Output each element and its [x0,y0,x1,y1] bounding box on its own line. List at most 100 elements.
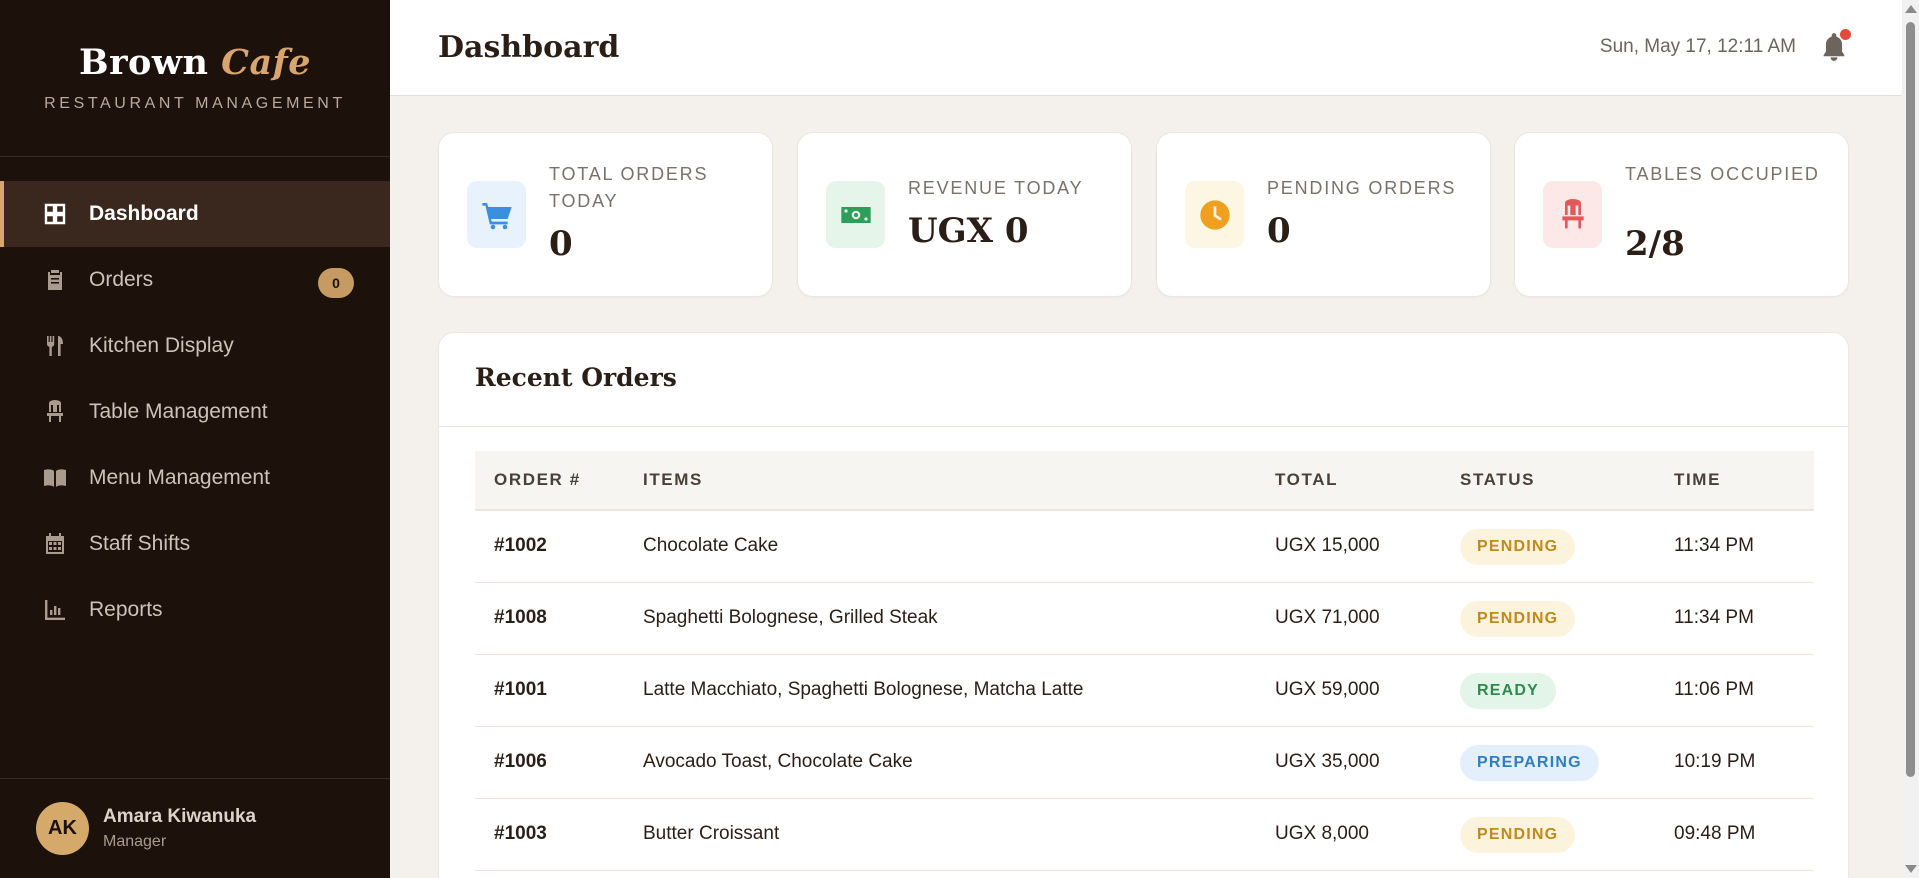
order-number: #1003 [494,823,547,844]
user-role: Manager [103,833,167,850]
stat-card-pending-orders: PENDING ORDERS 0 [1156,132,1491,297]
top-header: Dashboard Sun, May 17, 12:11 AM [390,0,1902,96]
book-icon [42,465,68,491]
order-items: Butter Croissant [643,823,780,844]
order-items: Chocolate Cake [643,535,779,556]
stat-value: UGX 0 [908,211,1029,251]
sidebar-item-kitchen-display[interactable]: Kitchen Display [0,313,390,379]
sidebar-item-orders[interactable]: Orders 0 [0,247,390,313]
chart-icon [42,597,68,623]
order-items: Latte Macchiato, Spaghetti Bolognese, Ma… [643,679,1084,700]
order-number: #1006 [494,751,547,772]
recent-orders-title: Recent Orders [475,363,677,392]
table-header-row: ORDER # ITEMS TOTAL STATUS TIME [475,451,1814,511]
sidebar-item-label: Menu Management [89,466,270,489]
page-title: Dashboard [438,30,620,65]
column-header-items[interactable]: ITEMS [643,470,703,490]
stat-value: 0 [1267,211,1291,251]
column-header-time[interactable]: TIME [1674,470,1721,490]
order-total: UGX 59,000 [1275,679,1380,700]
sidebar-item-label: Kitchen Display [89,334,234,357]
stat-label: TABLES OCCUPIED [1625,164,1820,184]
recent-orders-card: Recent Orders ORDER # ITEMS TOTAL STATUS… [438,332,1849,878]
stat-card-tables-occupied: TABLES OCCUPIED 2/8 [1514,132,1849,297]
scroll-up-arrow-icon[interactable] [1905,5,1917,13]
calendar-icon [42,531,68,557]
brand-logo[interactable]: Brown Cafe [0,42,390,83]
scrollbar-thumb[interactable] [1906,22,1915,777]
brand-name: Brown [79,42,209,83]
sidebar-item-staff-shifts[interactable]: Staff Shifts [0,511,390,577]
chair-icon [1543,181,1602,248]
stat-card-revenue: REVENUE TODAY UGX 0 [797,132,1132,297]
sidebar-item-dashboard[interactable]: Dashboard [0,181,390,247]
money-icon [826,181,885,248]
order-total: UGX 35,000 [1275,751,1380,772]
order-time: 11:06 PM [1674,679,1754,700]
stat-label: REVENUE TODAY [908,178,1084,198]
sidebar-item-label: Reports [89,598,163,621]
sidebar: Brown Cafe RESTAURANT MANAGEMENT Dashboa… [0,0,390,878]
utensils-icon [42,333,68,359]
order-time: 11:34 PM [1674,607,1754,628]
brand-name-accent: Cafe [221,42,311,83]
table-body: #1002 Chocolate Cake UGX 15,000 PENDING … [475,511,1814,871]
sidebar-item-label: Orders [89,268,154,291]
table-row[interactable]: #1008 Spaghetti Bolognese, Grilled Steak… [475,583,1814,655]
scroll-down-arrow-icon[interactable] [1905,865,1917,873]
recent-orders-header: Recent Orders [439,333,1848,427]
status-badge: READY [1460,673,1557,709]
sidebar-item-table-management[interactable]: Table Management [0,379,390,445]
user-info: Amara Kiwanuka Manager [103,806,256,851]
user-profile[interactable]: AK Amara Kiwanuka Manager [0,778,390,878]
stat-label: TOTAL ORDERS TODAY [549,164,709,211]
order-total: UGX 15,000 [1275,535,1380,556]
brand: Brown Cafe RESTAURANT MANAGEMENT [0,0,390,157]
order-total: UGX 71,000 [1275,607,1380,628]
stat-card-total-orders: TOTAL ORDERS TODAY 0 [438,132,773,297]
stat-value: 2/8 [1625,224,1685,264]
current-datetime: Sun, May 17, 12:11 AM [1599,36,1796,57]
order-time: 09:48 PM [1674,823,1756,844]
sidebar-item-label: Dashboard [89,202,199,225]
notification-dot [1840,29,1851,40]
orders-count-badge: 0 [318,268,354,298]
order-time: 10:19 PM [1674,751,1756,772]
column-header-status[interactable]: STATUS [1460,470,1535,490]
table-row[interactable]: #1006 Avocado Toast, Chocolate Cake UGX … [475,727,1814,799]
sidebar-item-reports[interactable]: Reports [0,577,390,643]
stat-label: PENDING ORDERS [1267,178,1457,198]
sidebar-item-menu-management[interactable]: Menu Management [0,445,390,511]
order-number: #1002 [494,535,547,556]
order-number: #1001 [494,679,547,700]
chair-icon [42,399,68,425]
avatar: AK [36,802,89,855]
cart-icon [467,181,526,248]
status-badge: PENDING [1460,817,1576,853]
sidebar-item-label: Staff Shifts [89,532,191,555]
table-row[interactable]: #1003 Butter Croissant UGX 8,000 PENDING… [475,799,1814,871]
column-header-order[interactable]: ORDER # [494,470,581,490]
stat-value: 0 [549,224,573,264]
column-header-total[interactable]: TOTAL [1275,470,1338,490]
clipboard-icon [42,267,68,293]
order-items: Avocado Toast, Chocolate Cake [643,751,913,772]
clock-icon [1185,181,1244,248]
status-badge: PENDING [1460,601,1576,637]
order-total: UGX 8,000 [1275,823,1369,844]
bell-icon[interactable] [1820,29,1851,62]
page-scrollbar[interactable] [1902,0,1919,878]
order-time: 11:34 PM [1674,535,1754,556]
sidebar-nav: Dashboard Orders 0 Kitchen Display Table… [0,181,390,643]
order-number: #1008 [494,607,547,628]
user-name: Amara Kiwanuka [103,806,257,827]
status-badge: PREPARING [1460,745,1599,781]
dashboard-icon [42,201,68,227]
orders-table: ORDER # ITEMS TOTAL STATUS TIME #1002 Ch… [475,451,1814,871]
table-row[interactable]: #1001 Latte Macchiato, Spaghetti Bologne… [475,655,1814,727]
sidebar-item-label: Table Management [89,400,268,423]
table-row[interactable]: #1002 Chocolate Cake UGX 15,000 PENDING … [475,511,1814,583]
order-items: Spaghetti Bolognese, Grilled Steak [643,607,938,628]
brand-subtitle: RESTAURANT MANAGEMENT [44,95,346,112]
status-badge: PENDING [1460,529,1576,565]
